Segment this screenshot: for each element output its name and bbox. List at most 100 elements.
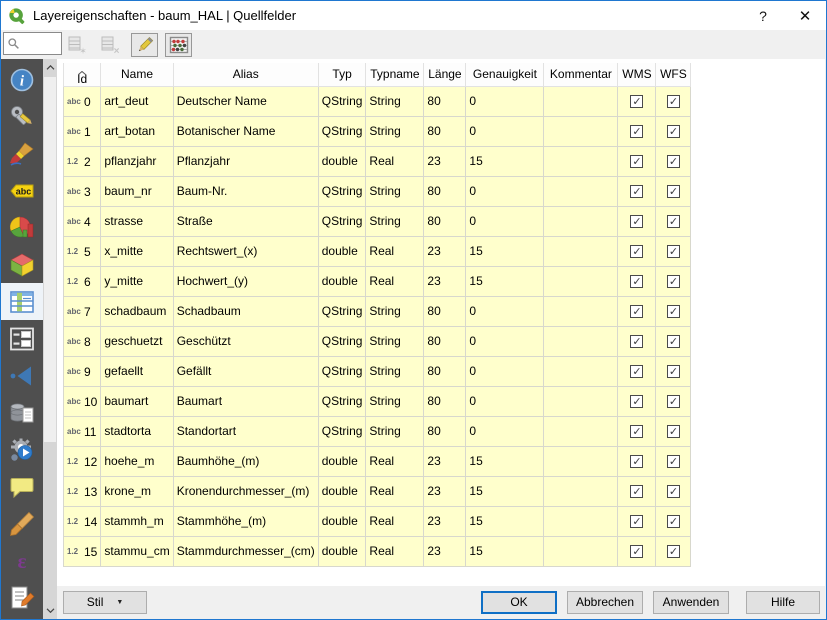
sidebar-item-fields[interactable]	[1, 283, 43, 320]
wfs-checkbox[interactable]: ✓	[667, 305, 680, 318]
wfs-checkbox[interactable]: ✓	[667, 365, 680, 378]
sidebar-item-3d-view[interactable]	[1, 246, 43, 283]
wms-checkbox[interactable]: ✓	[630, 245, 643, 258]
wfs-checkbox[interactable]: ✓	[667, 215, 680, 228]
wfs-checkbox[interactable]: ✓	[667, 395, 680, 408]
toggle-editing-button[interactable]	[131, 33, 158, 57]
scroll-down-arrow[interactable]	[43, 603, 57, 618]
help-footer-button[interactable]: Hilfe	[746, 591, 820, 614]
cell-alias: Stammdurchmesser_(cm)	[173, 536, 318, 566]
wfs-checkbox[interactable]: ✓	[667, 125, 680, 138]
cancel-button[interactable]: Abbrechen	[567, 591, 643, 614]
abc-label-icon: abc	[9, 178, 35, 204]
col-header-kommentar[interactable]: Kommentar	[544, 63, 618, 86]
sidebar-item-labels[interactable]: abc	[1, 172, 43, 209]
col-header-typname[interactable]: Typname	[366, 63, 424, 86]
sidebar-item-attributes-form[interactable]	[1, 320, 43, 357]
col-header-genauigkeit[interactable]: Genauigkeit	[466, 63, 544, 86]
cell-laenge: 23	[424, 236, 466, 266]
close-button[interactable]: ✕	[784, 1, 826, 30]
wfs-checkbox[interactable]: ✓	[667, 335, 680, 348]
sidebar-item-actions[interactable]	[1, 431, 43, 468]
numeric-type-icon: 1.2	[67, 247, 84, 256]
apply-button[interactable]: Anwenden	[653, 591, 729, 614]
col-header-typ[interactable]: Typ	[318, 63, 366, 86]
cell-name: baum_nr	[101, 176, 173, 206]
col-header-wms[interactable]: WMS	[618, 63, 656, 86]
wfs-checkbox[interactable]: ✓	[667, 545, 680, 558]
wms-checkbox[interactable]: ✓	[630, 365, 643, 378]
wms-checkbox[interactable]: ✓	[630, 545, 643, 558]
cell-laenge: 80	[424, 176, 466, 206]
cell-id: abc7	[64, 296, 101, 326]
wfs-checkbox[interactable]: ✓	[667, 515, 680, 528]
col-header-wfs[interactable]: WFS	[656, 63, 691, 86]
field-row-y_mitte: 1.26y_mitteHochwert_(y)doubleReal2315✓✓	[64, 266, 691, 296]
cell-name: pflanzjahr	[101, 146, 173, 176]
wfs-checkbox[interactable]: ✓	[667, 455, 680, 468]
svg-text:ε: ε	[18, 549, 27, 573]
pencil-icon	[135, 35, 155, 55]
col-header-name[interactable]: Name	[101, 63, 173, 86]
wms-checkbox[interactable]: ✓	[630, 425, 643, 438]
wfs-checkbox[interactable]: ✓	[667, 275, 680, 288]
col-header-alias[interactable]: Alias	[173, 63, 318, 86]
wms-checkbox[interactable]: ✓	[630, 185, 643, 198]
cell-laenge: 80	[424, 296, 466, 326]
sidebar-item-information[interactable]: i	[1, 61, 43, 98]
col-header-länge[interactable]: Länge	[424, 63, 466, 86]
sidebar-item-diagrams[interactable]	[1, 209, 43, 246]
style-menu-button[interactable]: Stil ▼	[63, 591, 147, 614]
field-calculator-button[interactable]	[165, 33, 192, 57]
help-button[interactable]: ?	[742, 1, 784, 30]
cell-laenge: 80	[424, 356, 466, 386]
wfs-checkbox[interactable]: ✓	[667, 95, 680, 108]
cell-kommentar	[544, 416, 618, 446]
sidebar-item-joins[interactable]	[1, 357, 43, 394]
wfs-checkbox[interactable]: ✓	[667, 485, 680, 498]
sidebar-item-display[interactable]	[1, 468, 43, 505]
wms-checkbox[interactable]: ✓	[630, 455, 643, 468]
cell-id: abc4	[64, 206, 101, 236]
wms-checkbox[interactable]: ✓	[630, 275, 643, 288]
delete-field-icon: ×	[100, 35, 121, 55]
wms-checkbox[interactable]: ✓	[630, 395, 643, 408]
wfs-checkbox[interactable]: ✓	[667, 425, 680, 438]
wms-checkbox[interactable]: ✓	[630, 155, 643, 168]
search-input[interactable]	[20, 37, 56, 51]
cell-typ: QString	[318, 116, 366, 146]
col-header-id[interactable]: Id	[64, 63, 101, 86]
ok-button[interactable]: OK	[481, 591, 557, 614]
cell-typ: QString	[318, 416, 366, 446]
sidebar-item-rendering[interactable]	[1, 505, 43, 542]
numeric-type-icon: 1.2	[67, 517, 84, 526]
cell-genauigkeit: 0	[466, 86, 544, 116]
sidebar-item-symbology[interactable]	[1, 135, 43, 172]
wms-checkbox[interactable]: ✓	[630, 125, 643, 138]
sidebar-item-metadata[interactable]	[1, 579, 43, 616]
cell-laenge: 80	[424, 416, 466, 446]
delete-field-button[interactable]: ×	[97, 33, 124, 57]
search-box[interactable]	[3, 32, 62, 55]
cell-genauigkeit: 0	[466, 416, 544, 446]
sidebar-item-auxiliary-storage[interactable]	[1, 394, 43, 431]
scrollbar-thumb[interactable]	[44, 77, 56, 442]
wfs-checkbox[interactable]: ✓	[667, 155, 680, 168]
wms-checkbox[interactable]: ✓	[630, 95, 643, 108]
qgis-logo-icon	[8, 7, 26, 25]
wfs-checkbox[interactable]: ✓	[667, 185, 680, 198]
wms-checkbox[interactable]: ✓	[630, 215, 643, 228]
sidebar-scrollbar[interactable]	[43, 59, 57, 619]
cell-genauigkeit: 0	[466, 326, 544, 356]
sidebar-item-variables[interactable]: ε	[1, 542, 43, 579]
new-field-button[interactable]: ✶	[64, 33, 91, 57]
cell-name: krone_m	[101, 476, 173, 506]
wms-checkbox[interactable]: ✓	[630, 335, 643, 348]
scroll-up-arrow[interactable]	[43, 60, 57, 75]
cell-wms: ✓	[618, 476, 656, 506]
wfs-checkbox[interactable]: ✓	[667, 245, 680, 258]
wms-checkbox[interactable]: ✓	[630, 515, 643, 528]
wms-checkbox[interactable]: ✓	[630, 305, 643, 318]
wms-checkbox[interactable]: ✓	[630, 485, 643, 498]
sidebar-item-source[interactable]	[1, 98, 43, 135]
